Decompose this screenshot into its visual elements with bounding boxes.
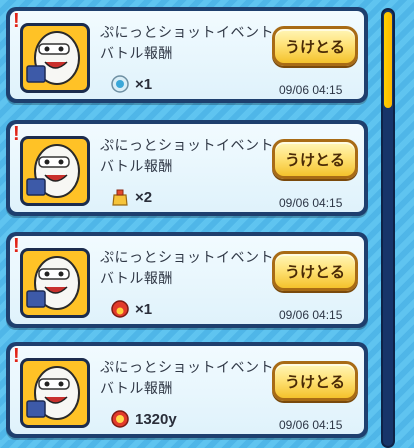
reward-card: ぷにっとショットイベント バトル報酬 1320y うけとる 09/06 04:15… (6, 342, 368, 438)
orb-icon (110, 74, 130, 94)
alert-mark-icon: ! (13, 345, 20, 367)
receive-button[interactable]: うけとる (272, 139, 358, 179)
timestamp: 09/06 04:15 (279, 418, 343, 432)
avatar (20, 23, 90, 93)
scrollbar-thumb[interactable] (384, 12, 392, 108)
reward-card: ぷにっとショットイベント バトル報酬 ×1 うけとる 09/06 04:15 ! (6, 232, 368, 328)
timestamp: 09/06 04:15 (279, 308, 343, 322)
receive-button[interactable]: うけとる (272, 251, 358, 291)
ghost-character-icon (26, 366, 80, 420)
avatar (20, 136, 90, 206)
ghost-character-icon (26, 144, 80, 198)
reward-amount: 1320y (135, 410, 177, 428)
reward-item: ×1 (110, 74, 152, 94)
reward-card: ぷにっとショットイベント バトル報酬 ×1 うけとる 09/06 04:15 ! (6, 7, 368, 103)
avatar (20, 248, 90, 318)
reward-item: ×2 (110, 187, 152, 207)
reward-card: ぷにっとショットイベント バトル報酬 ×2 うけとる 09/06 04:15 ! (6, 120, 368, 216)
ghost-character-icon (26, 256, 80, 310)
reward-title: ぷにっとショットイベント バトル報酬 (100, 25, 274, 62)
reward-amount: ×1 (135, 300, 153, 318)
receive-button[interactable]: うけとる (272, 361, 358, 401)
reward-item: 1320y (110, 409, 177, 429)
scrollbar[interactable] (381, 8, 395, 448)
alert-mark-icon: ! (13, 10, 20, 32)
ghost-character-icon (26, 31, 80, 85)
reward-amount: ×1 (135, 75, 153, 93)
reward-title: ぷにっとショットイベント バトル報酬 (100, 360, 274, 397)
reward-item: ×1 (110, 299, 152, 319)
reward-title: ぷにっとショットイベント バトル報酬 (100, 250, 274, 287)
alert-mark-icon: ! (13, 123, 20, 145)
receive-button[interactable]: うけとる (272, 26, 358, 66)
money-icon (110, 409, 130, 429)
reward-list: ぷにっとショットイベントバトル報酬 ×1 うけとる 09/06 04:15 ! (0, 0, 376, 440)
bag-icon (110, 187, 130, 207)
timestamp: 09/06 04:15 (279, 83, 343, 97)
red-orb-icon (110, 299, 130, 319)
reward-title: ぷにっとショットイベント バトル報酬 (100, 138, 274, 175)
alert-mark-icon: ! (13, 235, 20, 257)
avatar (20, 358, 90, 428)
reward-amount: ×2 (135, 188, 153, 206)
timestamp: 09/06 04:15 (279, 196, 343, 210)
